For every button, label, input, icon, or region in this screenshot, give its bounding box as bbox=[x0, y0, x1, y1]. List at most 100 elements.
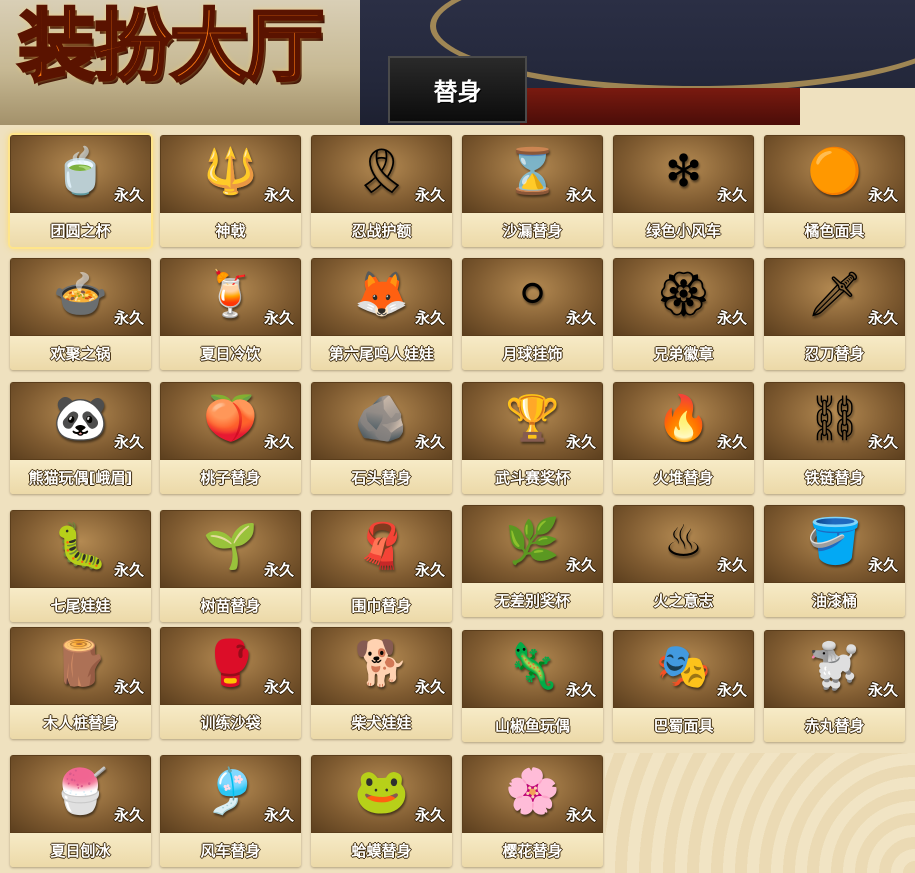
page-title: 装扮大厅 bbox=[16, 1, 325, 92]
item-image-frame: 🐸 永久 bbox=[311, 755, 452, 833]
item-card[interactable]: 🏆 永久 武斗赛奖杯 bbox=[462, 382, 603, 494]
duration-badge: 永久 bbox=[565, 433, 596, 451]
item-card[interactable]: 🦊 永久 第六尾鸣人娃娃 bbox=[311, 258, 452, 370]
item-image-frame: 🦎 永久 bbox=[462, 630, 603, 708]
duration-badge: 永久 bbox=[113, 806, 144, 824]
item-name-label: 熊猫玩偶[峨眉] bbox=[10, 460, 151, 494]
item-card[interactable]: 🐕 永久 柴犬娃娃 bbox=[311, 627, 452, 739]
item-card[interactable]: 🐸 永久 蛤蟆替身 bbox=[311, 755, 452, 867]
item-card[interactable]: 🍵 永久 团圆之杯 bbox=[10, 135, 151, 247]
duration-badge: 永久 bbox=[414, 186, 445, 204]
duration-badge: 永久 bbox=[263, 561, 294, 579]
item-name-label: 训练沙袋 bbox=[160, 705, 301, 739]
item-name-label: 山椒鱼玩偶 bbox=[462, 708, 603, 742]
item-grid: 🍵 永久 团圆之杯 🔱 永久 神戟 🎗 永久 忍战护额 ⌛ 永久 沙漏替身 ❇ 永久 绿色小风车 🟠 永久 橘色面… bbox=[0, 125, 915, 873]
item-name-label: 木人桩替身 bbox=[10, 705, 151, 739]
item-card[interactable]: ❇ 永久 绿色小风车 bbox=[613, 135, 754, 247]
item-name-label: 忍战护额 bbox=[311, 213, 452, 247]
item-card[interactable]: 🧣 永久 围巾替身 bbox=[311, 510, 452, 622]
item-name-label: 围巾替身 bbox=[311, 588, 452, 622]
header-red-strip bbox=[520, 88, 800, 125]
item-name-label: 风车替身 bbox=[160, 833, 301, 867]
item-card[interactable]: 🎭 永久 巴蜀面具 bbox=[613, 630, 754, 742]
item-image-frame: 🪵 永久 bbox=[10, 627, 151, 705]
item-name-label: 绿色小风车 bbox=[613, 213, 754, 247]
item-image-frame: 🍵 永久 bbox=[10, 135, 151, 213]
item-card[interactable]: 🐼 永久 熊猫玩偶[峨眉] bbox=[10, 382, 151, 494]
item-name-label: 第六尾鸣人娃娃 bbox=[311, 336, 452, 370]
duration-badge: 永久 bbox=[263, 433, 294, 451]
item-card[interactable]: 🪵 永久 木人桩替身 bbox=[10, 627, 151, 739]
duration-badge: 永久 bbox=[263, 678, 294, 696]
item-card[interactable]: 🍲 永久 欢聚之锅 bbox=[10, 258, 151, 370]
duration-badge: 永久 bbox=[263, 186, 294, 204]
item-image-frame: 🌸 永久 bbox=[462, 755, 603, 833]
item-card[interactable]: 🌸 永久 樱花替身 bbox=[462, 755, 603, 867]
item-name-label: 月球挂饰 bbox=[462, 336, 603, 370]
item-image-frame: 🧣 永久 bbox=[311, 510, 452, 588]
item-name-label: 油漆桶 bbox=[764, 583, 905, 617]
tab-substitute[interactable]: 替身 bbox=[388, 56, 527, 123]
item-image-frame: 🪨 永久 bbox=[311, 382, 452, 460]
item-card[interactable]: 🎐 永久 风车替身 bbox=[160, 755, 301, 867]
item-name-label: 火之意志 bbox=[613, 583, 754, 617]
item-name-label: 夏日刨冰 bbox=[10, 833, 151, 867]
item-card[interactable]: 🔥 永久 火堆替身 bbox=[613, 382, 754, 494]
duration-badge: 永久 bbox=[565, 309, 596, 327]
item-card[interactable]: 🟠 永久 橘色面具 bbox=[764, 135, 905, 247]
item-card[interactable]: 🔱 永久 神戟 bbox=[160, 135, 301, 247]
item-image-frame: 🐕 永久 bbox=[311, 627, 452, 705]
item-card[interactable]: 🍹 永久 夏日冷饮 bbox=[160, 258, 301, 370]
duration-badge: 永久 bbox=[565, 806, 596, 824]
item-image-frame: 🏆 永久 bbox=[462, 382, 603, 460]
item-name-label: 樱花替身 bbox=[462, 833, 603, 867]
item-card[interactable]: 🌿 永久 无差别奖杯 bbox=[462, 505, 603, 617]
item-card[interactable]: 🪣 永久 油漆桶 bbox=[764, 505, 905, 617]
item-name-label: 七尾娃娃 bbox=[10, 588, 151, 622]
item-card[interactable]: 🐩 永久 赤丸替身 bbox=[764, 630, 905, 742]
item-name-label: 欢聚之锅 bbox=[10, 336, 151, 370]
duration-badge: 永久 bbox=[113, 561, 144, 579]
item-image-frame: 🏵 永久 bbox=[613, 258, 754, 336]
item-card[interactable]: 🏵 永久 兄弟徽章 bbox=[613, 258, 754, 370]
duration-badge: 永久 bbox=[414, 678, 445, 696]
item-name-label: 兄弟徽章 bbox=[613, 336, 754, 370]
item-image-frame: ⚪ 永久 bbox=[462, 258, 603, 336]
duration-badge: 永久 bbox=[867, 433, 898, 451]
duration-badge: 永久 bbox=[263, 806, 294, 824]
item-image-frame: 🪣 永久 bbox=[764, 505, 905, 583]
item-card[interactable]: 🦎 永久 山椒鱼玩偶 bbox=[462, 630, 603, 742]
item-image-frame: 🗡 永久 bbox=[764, 258, 905, 336]
item-image-frame: 🍹 永久 bbox=[160, 258, 301, 336]
item-card[interactable]: ♨ 永久 火之意志 bbox=[613, 505, 754, 617]
item-image-frame: 🍲 永久 bbox=[10, 258, 151, 336]
item-card[interactable]: 🗡 永久 忍刀替身 bbox=[764, 258, 905, 370]
item-card[interactable]: 🎗 永久 忍战护额 bbox=[311, 135, 452, 247]
duration-badge: 永久 bbox=[113, 186, 144, 204]
item-image-frame: 🎗 永久 bbox=[311, 135, 452, 213]
item-image-frame: 🍧 永久 bbox=[10, 755, 151, 833]
item-name-label: 橘色面具 bbox=[764, 213, 905, 247]
item-image-frame: 🌿 永久 bbox=[462, 505, 603, 583]
item-card[interactable]: ⌛ 永久 沙漏替身 bbox=[462, 135, 603, 247]
item-card[interactable]: 🍧 永久 夏日刨冰 bbox=[10, 755, 151, 867]
duration-badge: 永久 bbox=[716, 433, 747, 451]
item-card[interactable]: ⚪ 永久 月球挂饰 bbox=[462, 258, 603, 370]
duration-badge: 永久 bbox=[867, 681, 898, 699]
item-card[interactable]: 🐛 永久 七尾娃娃 bbox=[10, 510, 151, 622]
item-image-frame: 🎭 永久 bbox=[613, 630, 754, 708]
item-card[interactable]: 🪨 永久 石头替身 bbox=[311, 382, 452, 494]
item-name-label: 忍刀替身 bbox=[764, 336, 905, 370]
item-card[interactable]: ⛓ 永久 铁链替身 bbox=[764, 382, 905, 494]
duration-badge: 永久 bbox=[113, 309, 144, 327]
item-image-frame: 🍑 永久 bbox=[160, 382, 301, 460]
item-image-frame: 🌱 永久 bbox=[160, 510, 301, 588]
duration-badge: 永久 bbox=[414, 309, 445, 327]
item-card[interactable]: 🍑 永久 桃子替身 bbox=[160, 382, 301, 494]
item-card[interactable]: 🥊 永久 训练沙袋 bbox=[160, 627, 301, 739]
duration-badge: 永久 bbox=[565, 186, 596, 204]
duration-badge: 永久 bbox=[414, 433, 445, 451]
item-name-label: 铁链替身 bbox=[764, 460, 905, 494]
item-card[interactable]: 🌱 永久 树苗替身 bbox=[160, 510, 301, 622]
item-name-label: 团圆之杯 bbox=[10, 213, 151, 247]
